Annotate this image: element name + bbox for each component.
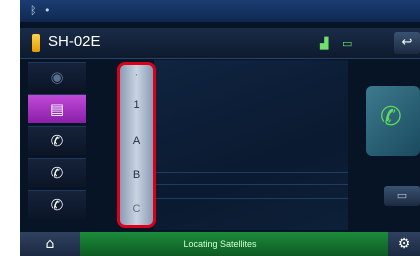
device-name: SH-02E [48,33,101,50]
call-icon: ✆ [380,102,402,132]
keypad-icon: ▭ [396,189,408,202]
navigation-icon: ⌂ [45,236,55,252]
phonebook-icon: ▤ [49,100,65,118]
incoming-call-icon: ✆ [50,132,64,150]
battery-icon: ▭ [342,37,353,50]
decorative-line [154,172,348,173]
incoming-calls-button[interactable]: ✆ [28,126,86,155]
decorative-line [154,184,348,185]
status-bar: ᛒ • [20,0,420,22]
index-top-marker: · [134,69,139,81]
call-button[interactable]: ✆ [366,86,420,156]
navigation-button[interactable]: ⌂ [20,232,80,256]
voice-dial-button[interactable]: ◉ [28,62,86,91]
index-letter[interactable]: C [120,203,153,215]
missed-call-icon: ✆ [50,196,64,214]
header: SH-02E ▟ ▭ ↩ [20,28,420,59]
dot-icon: • [44,4,51,17]
bottom-bar: Locating Satellites ⌂ ⚙ [20,232,420,256]
bluetooth-icon: ᛒ [30,4,37,17]
voice-icon: ◉ [50,68,64,86]
signal-icon: ▟ [320,37,329,50]
contact-list-area[interactable] [154,60,348,230]
gps-status-text: Locating Satellites [183,239,257,249]
settings-icon: ⚙ [397,236,411,252]
phonebook-button[interactable]: ▤ [28,94,86,123]
phone-battery-icon [32,34,40,52]
outgoing-calls-button[interactable]: ✆ [28,158,86,187]
outgoing-call-icon: ✆ [50,164,64,182]
index-letter[interactable]: B [120,169,153,181]
missed-calls-button[interactable]: ✆ [28,190,86,219]
back-button[interactable]: ↩ [394,32,420,54]
phone-screen: ᛒ • SH-02E ▟ ▭ ↩ ◉ ▤ ✆ ✆ ✆ · 1 A B C ✆ ▭… [20,0,420,256]
back-icon: ↩ [401,35,413,50]
settings-button[interactable]: ⚙ [388,232,420,256]
screen: ᛒ • SH-02E ▟ ▭ ↩ ◉ ▤ ✆ ✆ ✆ · 1 A B C ✆ ▭… [0,0,420,256]
alphabet-index-scroll[interactable]: · 1 A B C [117,62,156,228]
index-letter[interactable]: A [120,135,153,147]
keypad-button[interactable]: ▭ [384,186,420,206]
function-column: ◉ ▤ ✆ ✆ ✆ [20,60,86,230]
index-letter[interactable]: 1 [120,99,153,111]
decorative-line [154,198,348,199]
